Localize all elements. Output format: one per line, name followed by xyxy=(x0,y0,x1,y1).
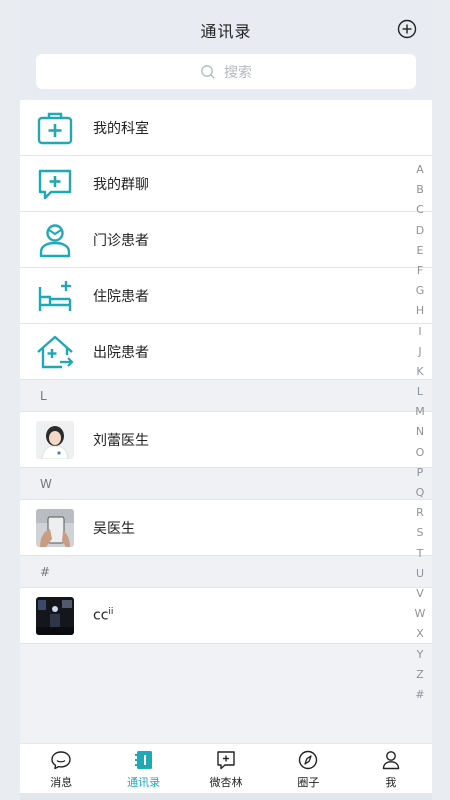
index-letter[interactable]: Z xyxy=(416,665,424,685)
contact-row[interactable]: 吴医生 xyxy=(20,500,432,556)
category-my-department[interactable]: 我的科室 xyxy=(20,100,432,156)
tab-label: 我 xyxy=(385,776,397,789)
category-discharged[interactable]: 出院患者 xyxy=(20,324,432,380)
contacts-screen: 通讯录 搜索 我的科室 我的群聊 门诊患者 住院患者 出院患者 L 刘蕾医生 W… xyxy=(20,0,432,800)
category-my-groups[interactable]: 我的群聊 xyxy=(20,156,432,212)
index-letter[interactable]: X xyxy=(416,624,424,644)
contact-row[interactable]: ccii xyxy=(20,588,432,644)
address-book-icon xyxy=(134,751,152,769)
index-letter[interactable]: F xyxy=(417,261,423,281)
index-letter[interactable]: W xyxy=(415,604,426,624)
tab-contacts[interactable]: 通讯录 xyxy=(102,744,184,793)
category-label: 住院患者 xyxy=(93,288,149,305)
alphabet-index[interactable]: A B C D E F G H I J K L M N O P Q R S T U V W X Y Z # xyxy=(412,160,428,705)
index-letter[interactable]: I xyxy=(418,322,421,342)
index-letter[interactable]: S xyxy=(417,523,424,543)
category-label: 我的群聊 xyxy=(93,176,149,193)
index-letter[interactable]: C xyxy=(416,200,424,220)
category-label: 门诊患者 xyxy=(93,232,149,249)
index-letter[interactable]: M xyxy=(415,402,425,422)
contact-name: 吴医生 xyxy=(93,520,135,537)
index-letter[interactable]: N xyxy=(416,422,424,442)
category-label: 出院患者 xyxy=(93,344,149,361)
phone-hand-avatar xyxy=(36,509,74,547)
index-letter[interactable]: K xyxy=(416,362,423,382)
index-letter[interactable]: U xyxy=(416,564,424,584)
plus-square-icon xyxy=(217,751,235,770)
tab-messages[interactable]: 消息 xyxy=(20,744,102,793)
index-letter[interactable]: G xyxy=(416,281,425,301)
search-input[interactable]: 搜索 xyxy=(36,54,416,89)
page-title: 通讯录 xyxy=(200,22,252,41)
section-header-hash: # xyxy=(20,556,432,588)
plus-circle-icon[interactable] xyxy=(397,19,417,39)
index-letter[interactable]: H xyxy=(416,301,424,321)
tab-label: 消息 xyxy=(50,776,73,789)
tab-circle[interactable]: 圈子 xyxy=(267,744,349,793)
contact-name-sup: ii xyxy=(108,607,114,618)
home-indicator-strip xyxy=(20,793,432,800)
message-bubble-icon xyxy=(51,751,71,770)
index-letter[interactable]: A xyxy=(416,160,424,180)
index-letter[interactable]: O xyxy=(416,443,425,463)
index-letter[interactable]: V xyxy=(416,584,424,604)
category-label: 我的科室 xyxy=(93,120,149,137)
tab-weixinglin[interactable]: 微杏林 xyxy=(185,744,267,793)
person-icon xyxy=(382,751,400,770)
search-placeholder: 搜索 xyxy=(224,64,252,81)
doctor-avatar xyxy=(36,421,74,459)
dark-photo-avatar xyxy=(36,597,74,635)
tab-label: 通讯录 xyxy=(127,776,161,789)
index-letter[interactable]: Q xyxy=(416,483,425,503)
header: 通讯录 搜索 xyxy=(20,0,432,100)
contact-name-text: cc xyxy=(93,607,109,624)
contact-row[interactable]: 刘蕾医生 xyxy=(20,412,432,468)
index-letter[interactable]: P xyxy=(417,463,424,483)
section-header-w: W xyxy=(20,468,432,500)
index-letter[interactable]: J xyxy=(418,342,421,362)
index-letter[interactable]: T xyxy=(417,544,424,564)
category-inpatients[interactable]: 住院患者 xyxy=(20,268,432,324)
contact-list: 我的科室 我的群聊 门诊患者 住院患者 出院患者 L 刘蕾医生 W 吴医生 # … xyxy=(20,100,432,644)
compass-icon xyxy=(299,750,318,770)
hospital-bed-icon xyxy=(36,277,74,315)
tab-label: 微杏林 xyxy=(209,776,243,789)
index-letter[interactable]: Y xyxy=(417,645,424,665)
contact-name: ccii xyxy=(93,607,113,624)
index-letter[interactable]: # xyxy=(415,685,424,705)
index-letter[interactable]: R xyxy=(416,503,424,523)
index-letter[interactable]: E xyxy=(417,241,424,261)
bottom-tab-bar: 消息 通讯录 微杏林 圈子 我 xyxy=(20,743,432,793)
section-header-l: L xyxy=(20,380,432,412)
chat-plus-icon xyxy=(36,165,74,203)
medical-kit-icon xyxy=(36,109,74,147)
contact-name: 刘蕾医生 xyxy=(93,432,149,449)
category-outpatients[interactable]: 门诊患者 xyxy=(20,212,432,268)
search-icon xyxy=(201,64,215,78)
discharge-house-icon xyxy=(36,333,74,371)
index-letter[interactable]: L xyxy=(417,382,423,402)
index-letter[interactable]: B xyxy=(416,180,424,200)
index-letter[interactable]: D xyxy=(416,221,424,241)
patient-icon xyxy=(36,221,74,259)
tab-me[interactable]: 我 xyxy=(350,744,432,793)
tab-label: 圈子 xyxy=(297,776,320,789)
